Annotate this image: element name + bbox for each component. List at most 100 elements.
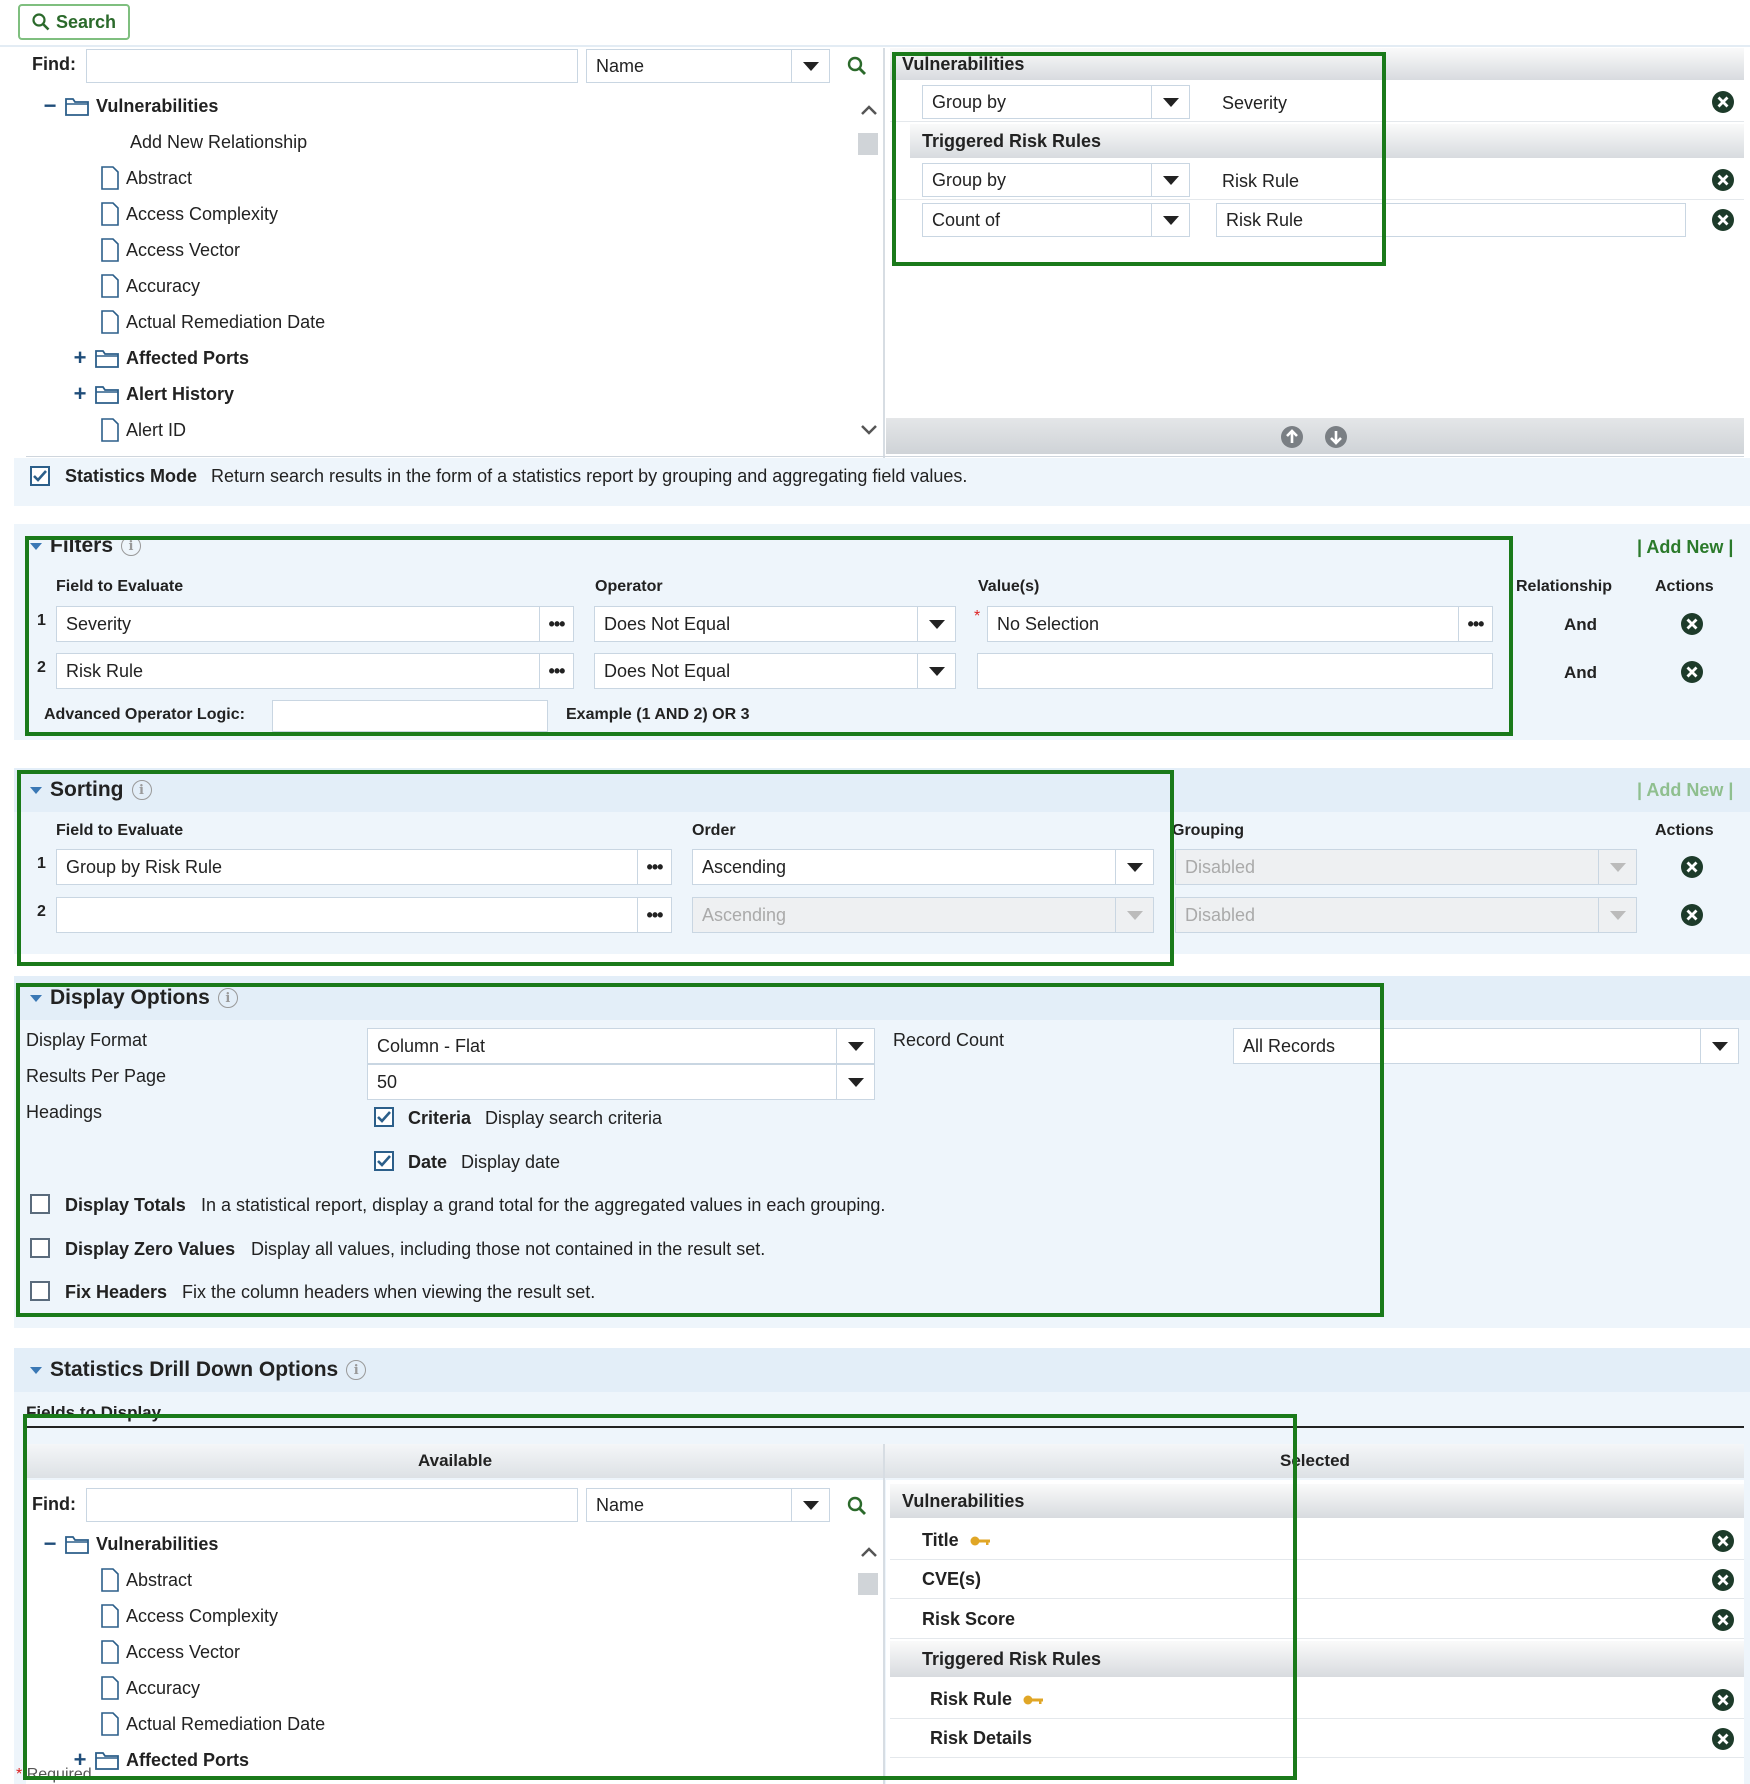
collapse-icon[interactable] [30, 1366, 42, 1374]
tree-scrollbar[interactable] [858, 100, 880, 440]
tree-item[interactable]: Access Vector [40, 1634, 850, 1670]
collapse-icon[interactable]: − [40, 1531, 60, 1557]
selected-field-row[interactable]: Risk Details [890, 1720, 1744, 1758]
record-count-select[interactable]: All Records [1233, 1028, 1739, 1064]
info-icon[interactable]: i [346, 1360, 367, 1380]
remove-icon[interactable] [1680, 903, 1704, 927]
find-filter-select[interactable]: Name [586, 49, 830, 83]
tree-item[interactable]: Access Vector [40, 232, 850, 268]
tree-root[interactable]: − Vulnerabilities [40, 1526, 850, 1562]
sort-actions-header: Actions [1655, 822, 1714, 839]
tree-item[interactable]: + Alert History [40, 376, 850, 412]
move-down-icon[interactable] [1324, 425, 1348, 449]
tree-item[interactable]: Actual Remediation Date [40, 1706, 850, 1742]
chevron-down-icon[interactable] [858, 420, 880, 440]
find-input[interactable] [86, 49, 578, 83]
fix-headers-checkbox[interactable] [30, 1281, 50, 1301]
tree-item[interactable]: + Affected Ports [40, 340, 850, 376]
display-totals-checkbox[interactable] [30, 1194, 50, 1214]
sort-field-input[interactable]: ••• [56, 897, 672, 933]
selected-field-row[interactable]: CVE(s) [890, 1561, 1744, 1599]
remove-icon[interactable] [1711, 1727, 1735, 1751]
aggregate-select[interactable]: Group by [922, 85, 1190, 119]
collapse-icon[interactable]: − [40, 93, 60, 119]
statistics-mode-checkbox[interactable] [30, 466, 50, 486]
remove-icon[interactable] [1711, 168, 1735, 192]
required-marker: * [16, 1766, 23, 1783]
aggregate-select[interactable]: Count of [922, 203, 1190, 237]
filters-add-new-link[interactable]: | Add New | [1637, 537, 1733, 558]
move-up-icon[interactable] [1280, 425, 1304, 449]
more-options-icon[interactable]: ••• [637, 850, 671, 884]
filter-operator-select[interactable]: Does Not Equal [594, 606, 956, 642]
remove-icon[interactable] [1680, 660, 1704, 684]
search-icon[interactable] [847, 1496, 867, 1516]
tree-item[interactable]: Access Complexity [40, 1598, 850, 1634]
drilldown-tree-scrollbar[interactable] [858, 1542, 880, 1662]
filter-field-input[interactable]: Risk Rule ••• [56, 653, 574, 689]
date-checkbox[interactable] [374, 1151, 394, 1171]
display-format-select[interactable]: Column - Flat [367, 1028, 875, 1064]
drilldown-header[interactable]: Statistics Drill Down Options i [30, 1358, 367, 1382]
filter-value-input[interactable] [977, 653, 1493, 689]
remove-icon[interactable] [1711, 1688, 1735, 1712]
tree-item[interactable]: Accuracy [40, 1670, 850, 1706]
collapse-icon[interactable] [30, 786, 42, 794]
display-zero-values-checkbox[interactable] [30, 1238, 50, 1258]
tree-item[interactable]: Abstract [40, 160, 850, 196]
more-options-icon[interactable]: ••• [637, 898, 671, 932]
tree-item[interactable]: + Affected Ports [40, 1742, 850, 1778]
more-options-icon[interactable]: ••• [539, 654, 573, 688]
tree-item[interactable]: Alert ID [40, 412, 850, 448]
scrollbar-thumb[interactable] [858, 1573, 878, 1595]
tree-item[interactable]: Abstract [40, 1562, 850, 1598]
search-button[interactable]: Search [18, 4, 130, 40]
stats-field-box[interactable]: Risk Rule [1216, 203, 1686, 237]
tree-item[interactable]: Accuracy [40, 268, 850, 304]
aggregate-select[interactable]: Group by [922, 163, 1190, 197]
remove-icon[interactable] [1711, 1529, 1735, 1553]
criteria-checkbox[interactable] [374, 1107, 394, 1127]
filter-field-input[interactable]: Severity ••• [56, 606, 574, 642]
info-icon[interactable]: i [217, 988, 238, 1008]
add-new-relationship-link[interactable]: Add New Relationship [40, 124, 850, 160]
advanced-logic-input[interactable] [272, 700, 548, 732]
collapse-icon[interactable] [30, 542, 42, 550]
display-options-header[interactable]: Display Options i [30, 986, 238, 1010]
filter-value-input[interactable]: No Selection ••• [987, 606, 1493, 642]
remove-icon[interactable] [1680, 855, 1704, 879]
filters-header[interactable]: Filters i [30, 534, 142, 558]
info-icon[interactable]: i [121, 536, 142, 556]
scrollbar-thumb[interactable] [858, 133, 878, 155]
selected-field-row[interactable]: Risk Rule [890, 1681, 1744, 1719]
remove-icon[interactable] [1711, 1568, 1735, 1592]
sorting-header[interactable]: Sorting i [30, 778, 152, 802]
chevron-up-icon[interactable] [858, 1542, 880, 1562]
sorting-add-new-link[interactable]: | Add New | [1637, 780, 1733, 801]
sort-field-input[interactable]: Group by Risk Rule ••• [56, 849, 672, 885]
tree-item[interactable]: Actual Remediation Date [40, 304, 850, 340]
more-options-icon[interactable]: ••• [539, 607, 573, 641]
filter-relationship[interactable]: And [1564, 615, 1597, 635]
chevron-up-icon[interactable] [858, 100, 880, 120]
drilldown-find-filter-select[interactable]: Name [586, 1488, 830, 1522]
remove-icon[interactable] [1711, 208, 1735, 232]
tree-root[interactable]: − Vulnerabilities [40, 88, 850, 124]
drilldown-find-input[interactable] [86, 1488, 578, 1522]
collapse-icon[interactable] [30, 994, 42, 1002]
remove-icon[interactable] [1711, 90, 1735, 114]
tree-item[interactable]: Access Complexity [40, 196, 850, 232]
results-per-page-select[interactable]: 50 [367, 1064, 875, 1100]
filter-operator-select[interactable]: Does Not Equal [594, 653, 956, 689]
expand-icon[interactable]: + [70, 345, 90, 371]
selected-field-row[interactable]: Risk Score [890, 1601, 1744, 1639]
filter-relationship[interactable]: And [1564, 663, 1597, 683]
info-icon[interactable]: i [131, 780, 152, 800]
selected-field-row[interactable]: Title [890, 1522, 1744, 1560]
expand-icon[interactable]: + [70, 381, 90, 407]
remove-icon[interactable] [1711, 1608, 1735, 1632]
remove-icon[interactable] [1680, 612, 1704, 636]
more-options-icon[interactable]: ••• [1458, 607, 1492, 641]
search-icon[interactable] [847, 56, 867, 76]
sort-order-select[interactable]: Ascending [692, 849, 1154, 885]
